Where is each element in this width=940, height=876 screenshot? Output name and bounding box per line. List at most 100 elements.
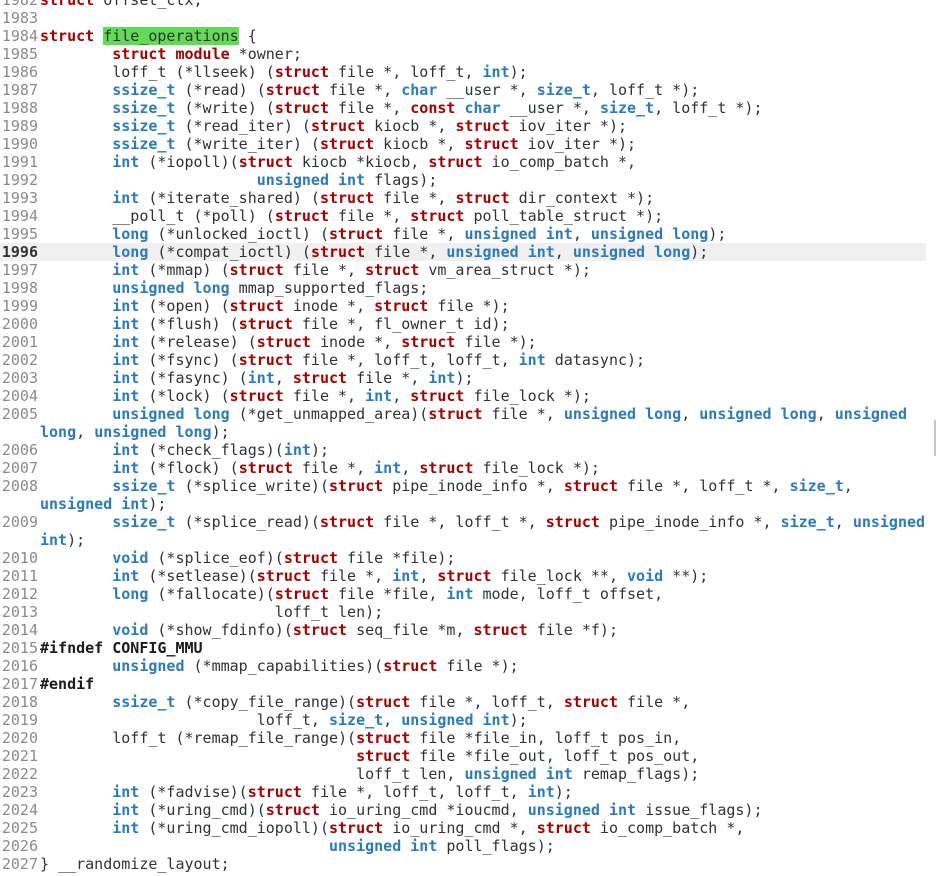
- code-text[interactable]: } __randomize_layout;: [40, 855, 926, 873]
- code-line[interactable]: 2023 int (*fadvise)(struct file *, loff_…: [0, 783, 926, 801]
- code-line[interactable]: 2021 struct file *file_out, loff_t pos_o…: [0, 747, 926, 765]
- code-line[interactable]: 2019 loff_t, size_t, unsigned int);: [0, 711, 926, 729]
- code-text[interactable]: ssize_t (*read_iter) (struct kiocb *, st…: [40, 117, 926, 135]
- code-line[interactable]: 1994 __poll_t (*poll) (struct file *, st…: [0, 207, 926, 225]
- current-code-line[interactable]: 1996 long (*compat_ioctl) (struct file *…: [0, 243, 926, 261]
- code-line[interactable]: 2007 int (*flock) (struct file *, int, s…: [0, 459, 926, 477]
- code-text[interactable]: int (*open) (struct inode *, struct file…: [40, 297, 926, 315]
- code-text[interactable]: ssize_t (*read) (struct file *, char __u…: [40, 81, 926, 99]
- code-text[interactable]: unsigned long (*get_unmapped_area)(struc…: [40, 405, 926, 423]
- code-text[interactable]: unsigned int flags);: [40, 171, 926, 189]
- code-text[interactable]: int (*fadvise)(struct file *, loff_t, lo…: [40, 783, 926, 801]
- code-text[interactable]: ssize_t (*copy_file_range)(struct file *…: [40, 693, 926, 711]
- scrollbar-thumb[interactable]: [934, 420, 936, 456]
- code-text[interactable]: long (*unlocked_ioctl) (struct file *, u…: [40, 225, 926, 243]
- code-text[interactable]: [40, 9, 926, 27]
- code-line[interactable]: 1983: [0, 9, 926, 27]
- code-text[interactable]: __poll_t (*poll) (struct file *, struct …: [40, 207, 926, 225]
- code-text[interactable]: struct module *owner;: [40, 45, 926, 63]
- code-line[interactable]: 2026 unsigned int poll_flags);: [0, 837, 926, 855]
- code-line[interactable]: 1999 int (*open) (struct inode *, struct…: [0, 297, 926, 315]
- code-line[interactable]: 2012 long (*fallocate)(struct file *file…: [0, 585, 926, 603]
- code-text[interactable]: int (*iopoll)(struct kiocb *kiocb, struc…: [40, 153, 926, 171]
- code-line[interactable]: unsigned int);: [0, 495, 926, 513]
- code-line[interactable]: 2008 ssize_t (*splice_write)(struct pipe…: [0, 477, 926, 495]
- code-text[interactable]: unsigned int);: [40, 495, 926, 513]
- code-line[interactable]: 1984 struct file_operations {: [0, 27, 926, 45]
- code-text[interactable]: ssize_t (*write) (struct file *, const c…: [40, 99, 926, 117]
- code-line[interactable]: 1990 ssize_t (*write_iter) (struct kiocb…: [0, 135, 926, 153]
- code-text[interactable]: struct offset_ctx;: [40, 0, 926, 9]
- code-line[interactable]: 2024 int (*uring_cmd)(struct io_uring_cm…: [0, 801, 926, 819]
- code-line[interactable]: 2017 #endif: [0, 675, 926, 693]
- code-text[interactable]: int (*check_flags)(int);: [40, 441, 926, 459]
- code-line[interactable]: 1991 int (*iopoll)(struct kiocb *kiocb, …: [0, 153, 926, 171]
- code-text[interactable]: int (*iterate_shared) (struct file *, st…: [40, 189, 926, 207]
- code-text[interactable]: ssize_t (*write_iter) (struct kiocb *, s…: [40, 135, 926, 153]
- code-text[interactable]: long (*compat_ioctl) (struct file *, uns…: [40, 243, 926, 261]
- code-line[interactable]: 1985 struct module *owner;: [0, 45, 926, 63]
- code-line[interactable]: 2011 int (*setlease)(struct file *, int,…: [0, 567, 926, 585]
- code-line[interactable]: 2009 ssize_t (*splice_read)(struct file …: [0, 513, 926, 531]
- code-text[interactable]: long, unsigned long);: [40, 423, 926, 441]
- code-text[interactable]: loff_t, size_t, unsigned int);: [40, 711, 926, 729]
- code-text[interactable]: int (*fsync) (struct file *, loff_t, lof…: [40, 351, 926, 369]
- code-line[interactable]: 1998 unsigned long mmap_supported_flags;: [0, 279, 926, 297]
- code-text[interactable]: struct file_operations {: [40, 27, 926, 45]
- code-line[interactable]: 2005 unsigned long (*get_unmapped_area)(…: [0, 405, 926, 423]
- code-line[interactable]: 2014 void (*show_fdinfo)(struct seq_file…: [0, 621, 926, 639]
- code-text[interactable]: int (*flush) (struct file *, fl_owner_t …: [40, 315, 926, 333]
- code-text[interactable]: unsigned (*mmap_capabilities)(struct fil…: [40, 657, 926, 675]
- code-text[interactable]: unsigned int poll_flags);: [40, 837, 926, 855]
- code-text[interactable]: int (*lock) (struct file *, int, struct …: [40, 387, 926, 405]
- code-line[interactable]: 2020 loff_t (*remap_file_range)(struct f…: [0, 729, 926, 747]
- code-text[interactable]: int (*setlease)(struct file *, int, stru…: [40, 567, 926, 585]
- code-line[interactable]: 2010 void (*splice_eof)(struct file *fil…: [0, 549, 926, 567]
- code-line[interactable]: 2025 int (*uring_cmd_iopoll)(struct io_u…: [0, 819, 926, 837]
- code-text[interactable]: int (*uring_cmd_iopoll)(struct io_uring_…: [40, 819, 926, 837]
- code-text[interactable]: void (*splice_eof)(struct file *file);: [40, 549, 926, 567]
- code-text[interactable]: loff_t len, unsigned int remap_flags);: [40, 765, 926, 783]
- code-line[interactable]: 2002 int (*fsync) (struct file *, loff_t…: [0, 351, 926, 369]
- code-line[interactable]: 2013 loff_t len);: [0, 603, 926, 621]
- code-text[interactable]: ssize_t (*splice_read)(struct file *, lo…: [40, 513, 926, 531]
- code-line[interactable]: 1995 long (*unlocked_ioctl) (struct file…: [0, 225, 926, 243]
- code-line[interactable]: int);: [0, 531, 926, 549]
- code-line[interactable]: 2016 unsigned (*mmap_capabilities)(struc…: [0, 657, 926, 675]
- code-text[interactable]: loff_t (*llseek) (struct file *, loff_t,…: [40, 63, 926, 81]
- code-line[interactable]: 1997 int (*mmap) (struct file *, struct …: [0, 261, 926, 279]
- code-text[interactable]: int (*fasync) (int, struct file *, int);: [40, 369, 926, 387]
- code-text[interactable]: loff_t (*remap_file_range)(struct file *…: [40, 729, 926, 747]
- code-text[interactable]: long (*fallocate)(struct file *file, int…: [40, 585, 926, 603]
- code-line[interactable]: 1992 unsigned int flags);: [0, 171, 926, 189]
- code-line[interactable]: 2006 int (*check_flags)(int);: [0, 441, 926, 459]
- code-line[interactable]: 1982 struct offset_ctx;: [0, 0, 926, 9]
- code-line[interactable]: 2027} __randomize_layout;: [0, 855, 926, 873]
- code-line[interactable]: 2018 ssize_t (*copy_file_range)(struct f…: [0, 693, 926, 711]
- code-line[interactable]: 1989 ssize_t (*read_iter) (struct kiocb …: [0, 117, 926, 135]
- code-text[interactable]: struct file *file_out, loff_t pos_out,: [40, 747, 926, 765]
- code-text[interactable]: ssize_t (*splice_write)(struct pipe_inod…: [40, 477, 926, 495]
- code-text[interactable]: #ifndef CONFIG_MMU: [40, 639, 926, 657]
- code-text[interactable]: int (*mmap) (struct file *, struct vm_ar…: [40, 261, 926, 279]
- code-text[interactable]: int (*uring_cmd)(struct io_uring_cmd *io…: [40, 801, 926, 819]
- code-text[interactable]: void (*show_fdinfo)(struct seq_file *m, …: [40, 621, 926, 639]
- vertical-scrollbar[interactable]: [926, 0, 940, 876]
- code-editor[interactable]: 1982 struct offset_ctx; 1983 1984 struct fil…: [0, 0, 926, 873]
- code-line[interactable]: 1987 ssize_t (*read) (struct file *, cha…: [0, 81, 926, 99]
- code-line[interactable]: long, unsigned long);: [0, 423, 926, 441]
- code-line[interactable]: 1988 ssize_t (*write) (struct file *, co…: [0, 99, 926, 117]
- code-line[interactable]: 1993 int (*iterate_shared) (struct file …: [0, 189, 926, 207]
- code-line[interactable]: 2001 int (*release) (struct inode *, str…: [0, 333, 926, 351]
- code-text[interactable]: int (*flock) (struct file *, int, struct…: [40, 459, 926, 477]
- code-line[interactable]: 2003 int (*fasync) (int, struct file *, …: [0, 369, 926, 387]
- code-text[interactable]: int);: [40, 531, 926, 549]
- code-text[interactable]: loff_t len);: [40, 603, 926, 621]
- code-line[interactable]: 1986 loff_t (*llseek) (struct file *, lo…: [0, 63, 926, 81]
- code-text[interactable]: unsigned long mmap_supported_flags;: [40, 279, 926, 297]
- code-line[interactable]: 2015 #ifndef CONFIG_MMU: [0, 639, 926, 657]
- code-text[interactable]: int (*release) (struct inode *, struct f…: [40, 333, 926, 351]
- code-line[interactable]: 2004 int (*lock) (struct file *, int, st…: [0, 387, 926, 405]
- code-line[interactable]: 2022 loff_t len, unsigned int remap_flag…: [0, 765, 926, 783]
- code-text[interactable]: #endif: [40, 675, 926, 693]
